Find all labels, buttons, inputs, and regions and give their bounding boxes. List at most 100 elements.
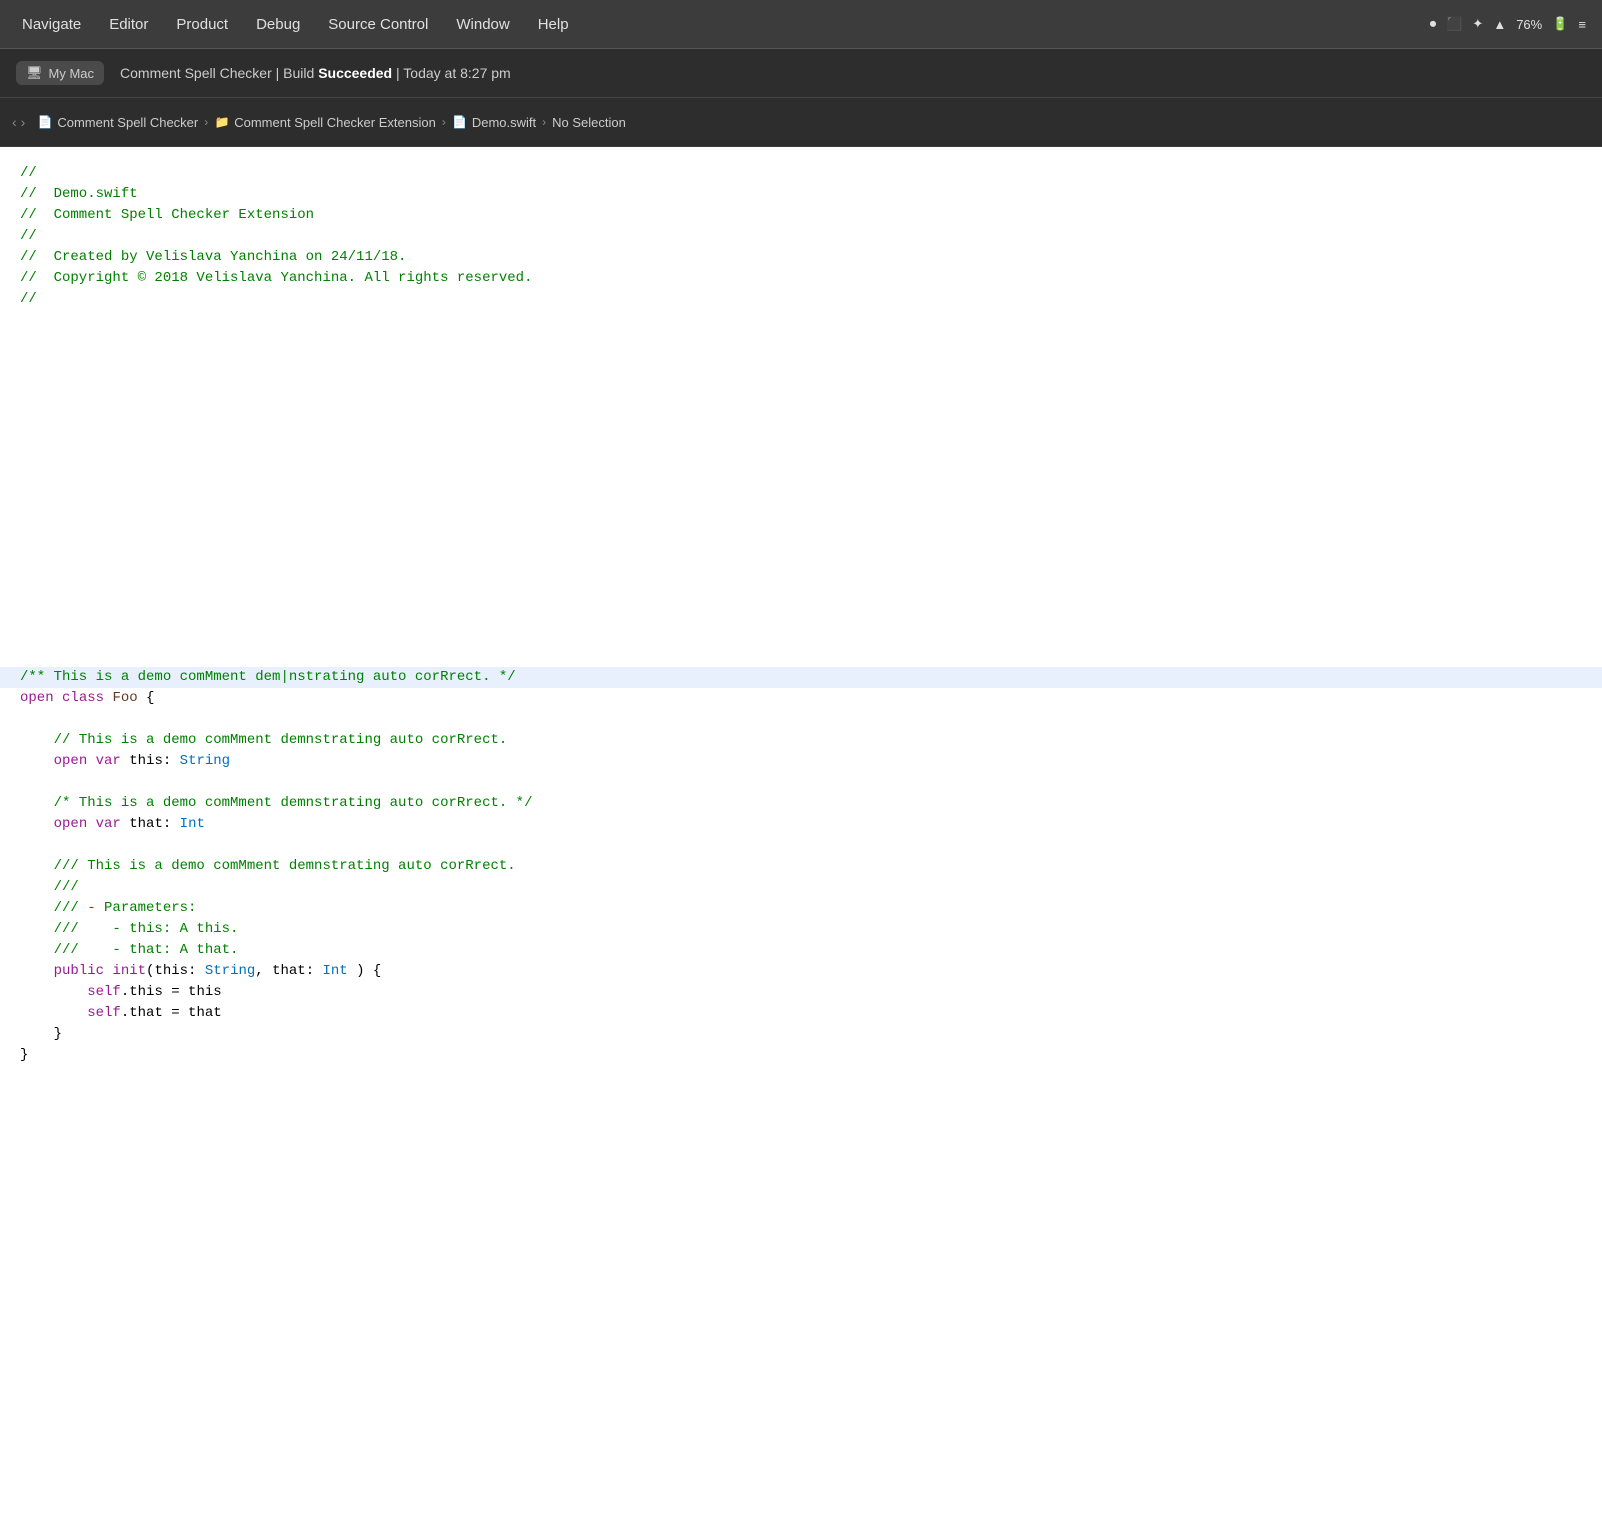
breadcrumb-item-1[interactable]: 📄 Comment Spell Checker bbox=[37, 114, 198, 130]
battery-level: 76% bbox=[1516, 17, 1542, 32]
code-line-empty-20 bbox=[0, 835, 1602, 856]
code-line-empty-6 bbox=[0, 415, 1602, 436]
menu-window[interactable]: Window bbox=[442, 10, 523, 39]
code-line-close-class: } bbox=[0, 1045, 1602, 1066]
code-line-params-header: /// - Parameters: bbox=[0, 898, 1602, 919]
code-line-4: // bbox=[0, 226, 1602, 247]
menu-bar: Navigate Editor Product Debug Source Con… bbox=[8, 10, 1430, 39]
title-bar: Navigate Editor Product Debug Source Con… bbox=[0, 0, 1602, 49]
type-int-2: Int bbox=[323, 961, 348, 982]
code-line-empty-16 bbox=[0, 625, 1602, 646]
breadcrumb-arrow-2: › bbox=[442, 115, 446, 129]
code-line-self-that: self.that = that bbox=[0, 1003, 1602, 1024]
airplay-icon: ⬛ bbox=[1446, 16, 1462, 32]
bluetooth-icon: ✦ bbox=[1472, 16, 1483, 32]
system-icons: ⏺ ⬛ ✦ ▲ 76% 🔋 ≡ bbox=[1430, 16, 1594, 32]
keyword-class: class bbox=[62, 688, 104, 709]
code-line-empty-19 bbox=[0, 772, 1602, 793]
nav-back[interactable]: ‹ bbox=[12, 114, 17, 130]
code-line-doc-comment: /** This is a demo comMment dem|nstratin… bbox=[0, 667, 1602, 688]
class-name: Foo bbox=[112, 688, 137, 709]
code-param-this: /// - this: A this. bbox=[20, 919, 238, 940]
code-line-empty-11 bbox=[0, 520, 1602, 541]
nav-arrows: ‹ › bbox=[12, 114, 25, 130]
code-content-3: // Comment Spell Checker Extension bbox=[20, 205, 314, 226]
code-line-empty-9 bbox=[0, 478, 1602, 499]
code-line-empty-17 bbox=[0, 646, 1602, 667]
file-icon-3: 📄 bbox=[452, 114, 468, 130]
code-line-empty-4 bbox=[0, 373, 1602, 394]
wifi-icon: ▲ bbox=[1493, 17, 1506, 32]
build-status: Comment Spell Checker | Build Succeeded … bbox=[120, 65, 511, 81]
code-line-triple-empty: /// bbox=[0, 877, 1602, 898]
code-content-7: // bbox=[20, 289, 37, 310]
code-block-comment: /* This is a demo comMment demnstrating … bbox=[20, 793, 532, 814]
code-line-empty-12 bbox=[0, 541, 1602, 562]
breadcrumb-label-4: No Selection bbox=[552, 115, 626, 130]
menu-product[interactable]: Product bbox=[162, 10, 242, 39]
code-param-that: /// - that: A that. bbox=[20, 940, 238, 961]
code-line-empty-2 bbox=[0, 331, 1602, 352]
keyword-open-2: open bbox=[54, 751, 88, 772]
code-triple-comment: /// This is a demo comMment demnstrating… bbox=[20, 856, 516, 877]
record-icon: ⏺ bbox=[1430, 16, 1437, 32]
code-line-empty-8 bbox=[0, 457, 1602, 478]
menu-debug[interactable]: Debug bbox=[242, 10, 314, 39]
code-content-4: // bbox=[20, 226, 37, 247]
mac-icon: 🖥 bbox=[26, 65, 43, 81]
code-params-header: /// - Parameters: bbox=[20, 898, 196, 919]
code-line-empty-10 bbox=[0, 499, 1602, 520]
code-content-2: // Demo.swift bbox=[20, 184, 138, 205]
file-icon-1: 📄 bbox=[37, 114, 53, 130]
keyword-open: open bbox=[20, 688, 54, 709]
code-line-init: public init(this: String, that: Int ) { bbox=[0, 961, 1602, 982]
folder-icon-2: 📁 bbox=[214, 114, 230, 130]
prop-that: that bbox=[129, 1003, 163, 1024]
keyword-var: var bbox=[96, 751, 121, 772]
breadcrumb-item-4[interactable]: No Selection bbox=[552, 115, 626, 130]
menu-extra-icon: ≡ bbox=[1578, 17, 1586, 32]
code-line-empty-13 bbox=[0, 562, 1602, 583]
breadcrumb-label-3: Demo.swift bbox=[472, 115, 536, 130]
type-int: Int bbox=[180, 814, 205, 835]
code-line-3: // Comment Spell Checker Extension bbox=[0, 205, 1602, 226]
code-line-empty-1 bbox=[0, 310, 1602, 331]
code-line-param-that: /// - that: A that. bbox=[0, 940, 1602, 961]
keyword-open-3: open bbox=[54, 814, 88, 835]
code-content-5: // Created by Velislava Yanchina on 24/1… bbox=[20, 247, 406, 268]
menu-help[interactable]: Help bbox=[524, 10, 583, 39]
code-line-self-this: self.this = this bbox=[0, 982, 1602, 1003]
type-string-2: String bbox=[205, 961, 255, 982]
keyword-self-1: self bbox=[87, 982, 121, 1003]
build-succeeded: Succeeded bbox=[318, 65, 392, 81]
menu-navigate[interactable]: Navigate bbox=[8, 10, 95, 39]
prop-this: this bbox=[129, 982, 163, 1003]
code-content-1: // bbox=[20, 163, 37, 184]
device-pill[interactable]: 🖥 My Mac bbox=[16, 61, 104, 85]
code-line-block-comment: /* This is a demo comMment demnstrating … bbox=[0, 793, 1602, 814]
code-line-2: // Demo.swift bbox=[0, 184, 1602, 205]
code-editor[interactable]: // // Demo.swift // Comment Spell Checke… bbox=[0, 147, 1602, 1520]
keyword-var-2: var bbox=[96, 814, 121, 835]
breadcrumb-arrow-1: › bbox=[204, 115, 208, 129]
breadcrumb-item-3[interactable]: 📄 Demo.swift bbox=[452, 114, 536, 130]
nav-forward[interactable]: › bbox=[21, 114, 26, 130]
code-line-var-that: open var that: Int bbox=[0, 814, 1602, 835]
code-line-empty-3 bbox=[0, 352, 1602, 373]
code-triple-empty: /// bbox=[20, 877, 79, 898]
var-that-name: that: bbox=[129, 814, 179, 835]
menu-source-control[interactable]: Source Control bbox=[314, 10, 442, 39]
code-line-var-this: open var this: String bbox=[0, 751, 1602, 772]
keyword-self-2: self bbox=[87, 1003, 121, 1024]
device-label: My Mac bbox=[49, 66, 95, 81]
battery-icon: 🔋 bbox=[1552, 16, 1568, 32]
breadcrumb-item-2[interactable]: 📁 Comment Spell Checker Extension bbox=[214, 114, 436, 130]
menu-editor[interactable]: Editor bbox=[95, 10, 162, 39]
code-line-comment-2: // This is a demo comMment demnstrating … bbox=[0, 730, 1602, 751]
code-line-6: // Copyright © 2018 Velislava Yanchina. … bbox=[0, 268, 1602, 289]
code-line-empty-5 bbox=[0, 394, 1602, 415]
code-doc-comment: /** This is a demo comMment dem|nstratin… bbox=[20, 667, 516, 688]
code-line-5: // Created by Velislava Yanchina on 24/1… bbox=[0, 247, 1602, 268]
breadcrumb-bar: ‹ › 📄 Comment Spell Checker › 📁 Comment … bbox=[0, 98, 1602, 147]
breadcrumb-arrow-3: › bbox=[542, 115, 546, 129]
